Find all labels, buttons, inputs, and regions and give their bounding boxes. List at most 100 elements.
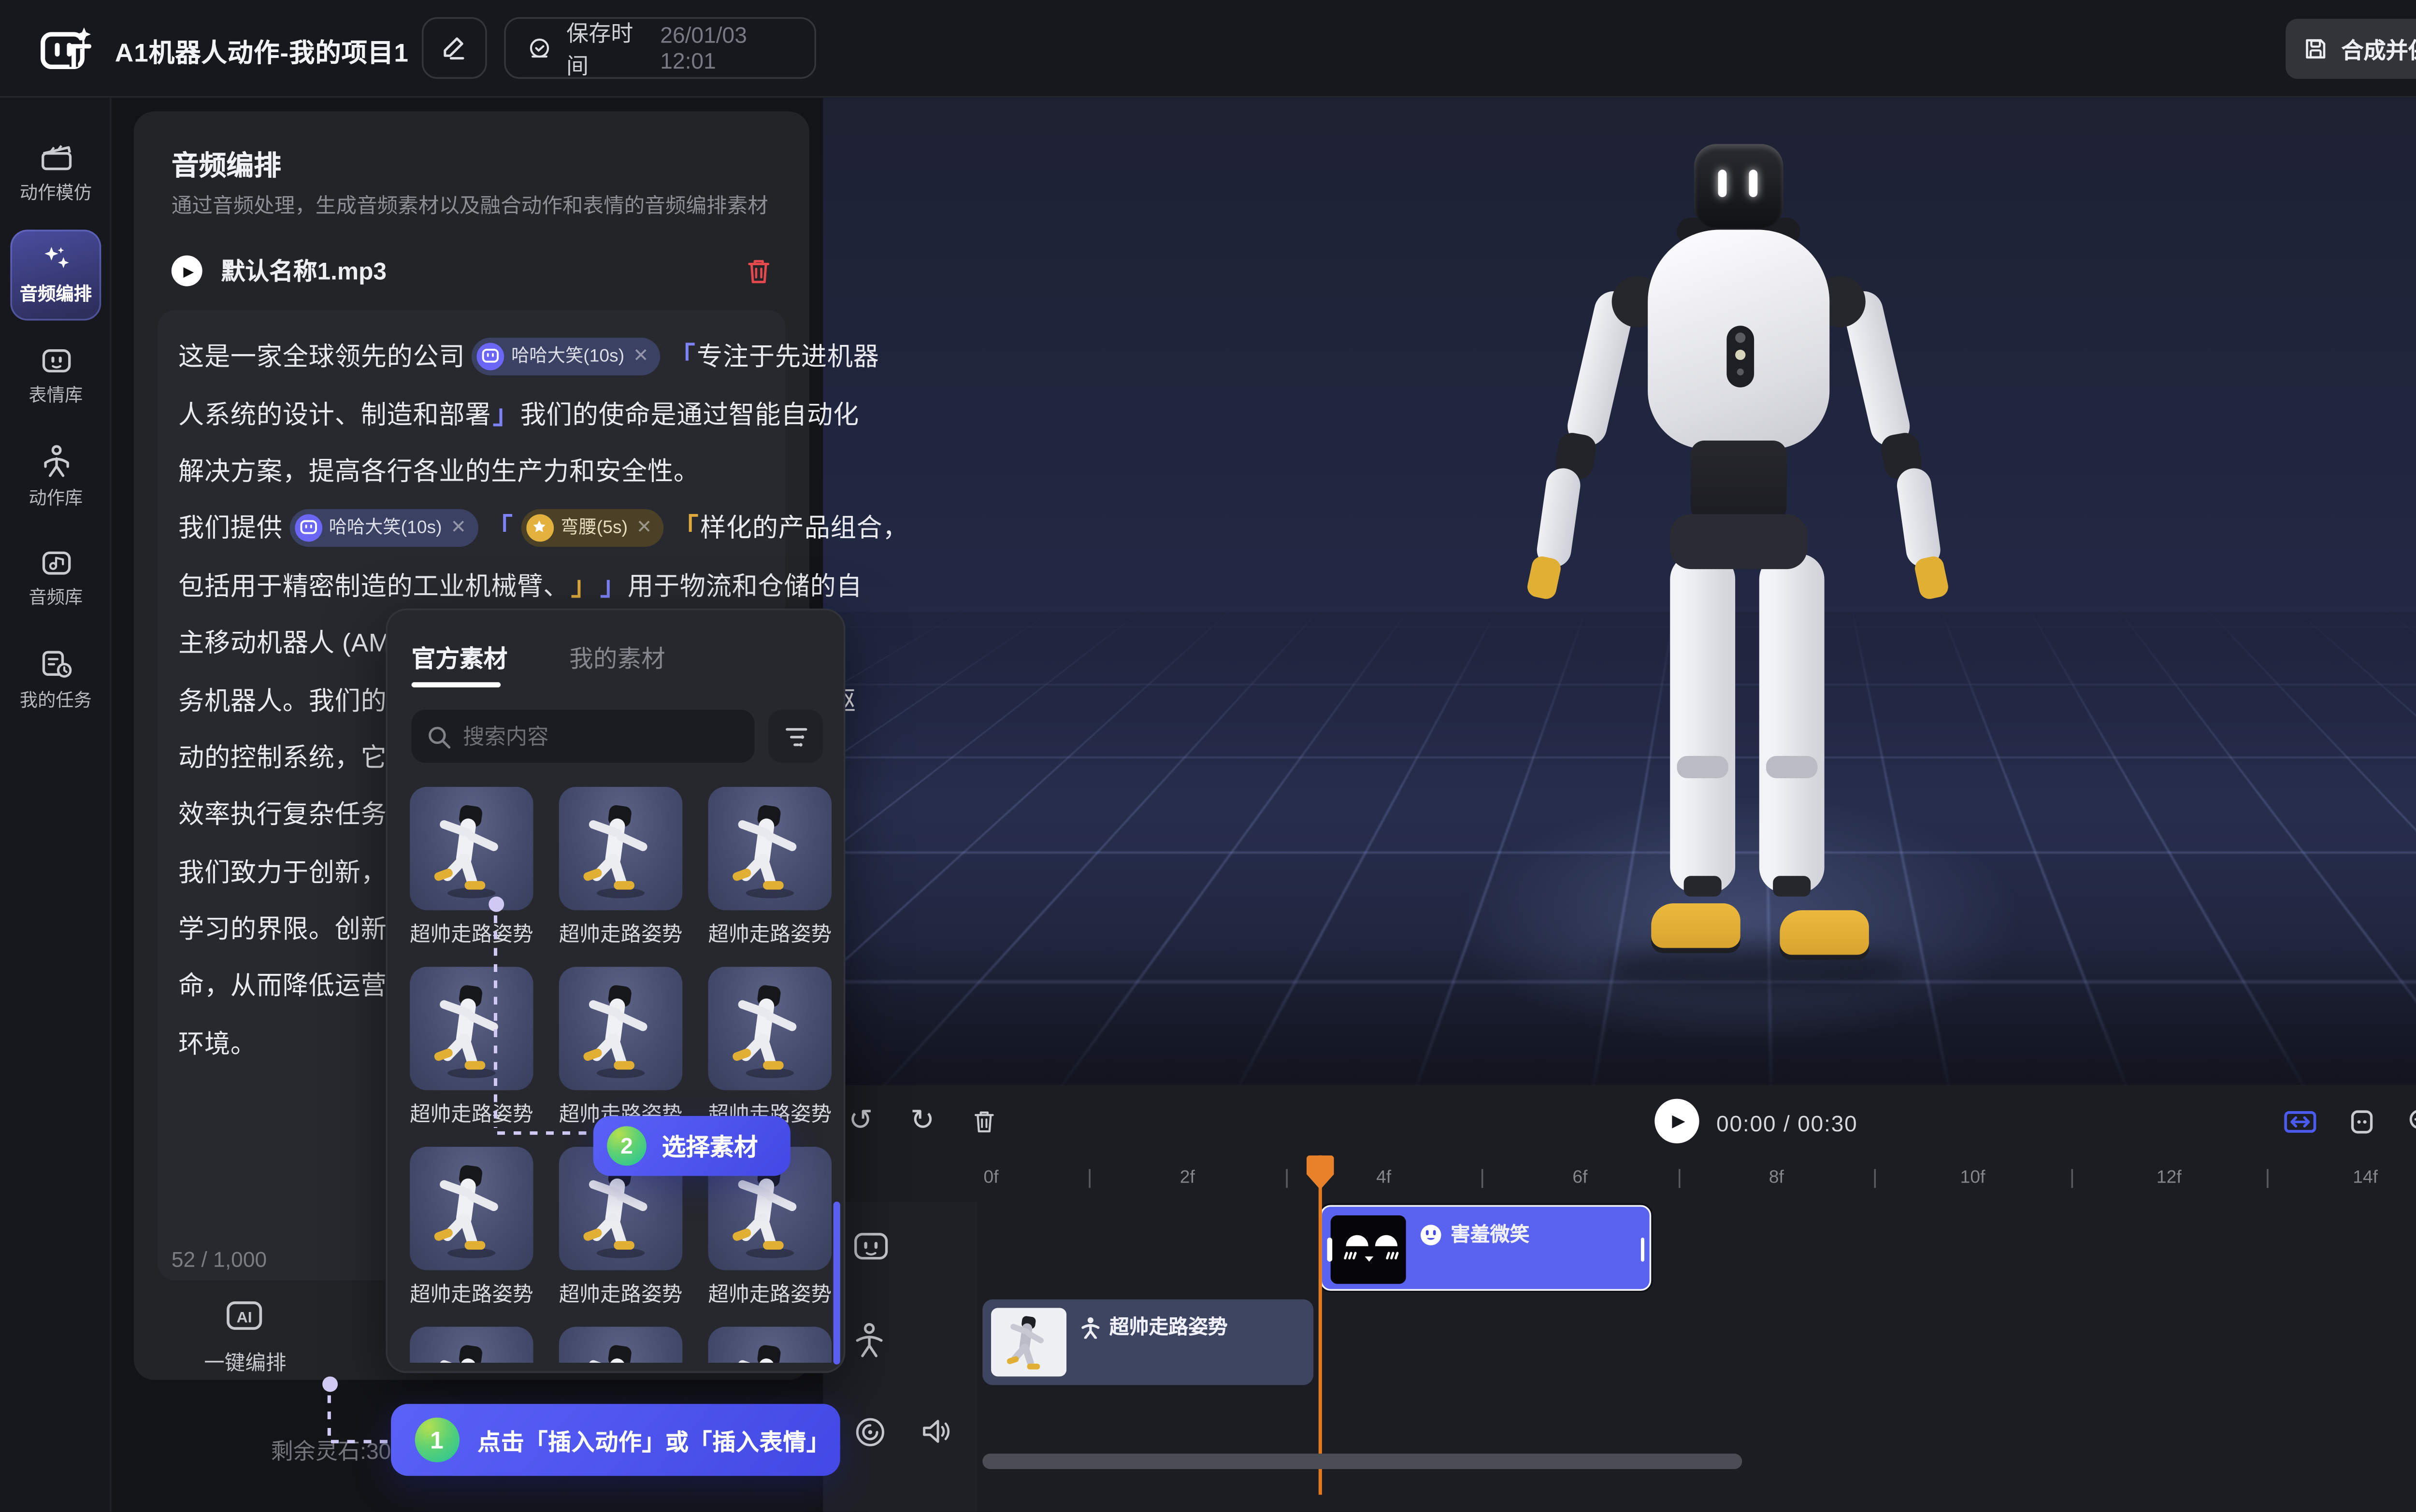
sidebar-item-2[interactable]: 音频编排 xyxy=(10,229,101,320)
action-track-icon[interactable] xyxy=(852,1322,890,1359)
ruler-tick xyxy=(1678,1169,1680,1188)
action-clip[interactable]: 超帅走路姿势 xyxy=(982,1299,1313,1385)
audio-file-name: 默认名称1.mp3 xyxy=(221,254,727,288)
delete-audio-icon[interactable] xyxy=(746,257,772,285)
ruler-label: 2f xyxy=(1180,1168,1195,1188)
action-clip-thumbnail xyxy=(991,1308,1066,1377)
connector-line-2-v xyxy=(494,915,497,1128)
transcript-text: 人系统的设计、制造和部署 xyxy=(178,395,491,431)
material-search-box[interactable] xyxy=(412,710,755,763)
tag-label: 哈哈大笑(10s) xyxy=(511,343,624,369)
connector-line-1-h xyxy=(331,1440,393,1443)
connector-line-2-h xyxy=(497,1131,593,1135)
audio-play-button[interactable]: ▶ xyxy=(172,256,202,286)
project-title: A1机器人动作-我的项目1 xyxy=(115,34,409,71)
material-thumbnail xyxy=(410,1147,533,1270)
material-thumbnail xyxy=(708,967,832,1090)
expression-track-icon[interactable] xyxy=(852,1229,890,1267)
sidebar-item-1[interactable]: 动作模仿 xyxy=(10,128,101,219)
redo-button[interactable]: ↻ xyxy=(902,1100,943,1141)
sidebar-item-label: 表情库 xyxy=(29,382,83,408)
material-label: 超帅走路姿势 xyxy=(410,1279,533,1308)
robot-face-icon xyxy=(39,344,73,375)
delete-clip-button[interactable] xyxy=(964,1100,1005,1141)
material-scrollbar[interactable] xyxy=(834,1201,839,1364)
bracket-mark: 「 xyxy=(669,338,695,374)
material-item[interactable]: 超帅走路姿势 xyxy=(559,1327,682,1363)
material-item[interactable]: 超帅走路姿势 xyxy=(559,787,682,948)
expression-tag[interactable]: 哈哈大笑(10s) ✕ xyxy=(472,337,661,375)
material-item[interactable]: 超帅走路姿势 xyxy=(410,1327,533,1363)
material-thumbnail xyxy=(708,1327,832,1363)
undo-button[interactable]: ↺ xyxy=(840,1100,881,1141)
material-thumbnail xyxy=(410,967,533,1090)
ruler-label: 10f xyxy=(1960,1168,1985,1188)
app-root: A1机器人动作-我的项目1 保存时间 26/01/03 12:01 合成并保存 xyxy=(0,0,2416,1512)
tab-my-materials[interactable]: 我的素材 xyxy=(569,641,665,675)
material-item[interactable]: 超帅走路姿势 xyxy=(410,1147,533,1308)
material-label: 超帅走路姿势... xyxy=(410,919,533,948)
transcript-text: 动的控制系统，它使 xyxy=(178,739,413,775)
audio-file-row: ▶ 默认名称1.mp3 xyxy=(172,249,772,293)
save-time-label: 保存时间 xyxy=(566,15,647,81)
material-item[interactable]: 超帅走路姿势 xyxy=(708,967,832,1128)
robot-model[interactable] xyxy=(823,98,2416,1085)
tutorial-step-1: 1 点击「插入动作」或「插入表情」 xyxy=(391,1404,840,1476)
sidebar-item-4[interactable]: 动作库 xyxy=(10,432,101,523)
viewport-3d[interactable]: Z X Y xyxy=(823,98,2416,1085)
transcript-text: 效率执行复杂任务。 xyxy=(178,796,413,832)
connector-dot-1 xyxy=(322,1376,338,1392)
svg-text:AI: AI xyxy=(237,1309,253,1326)
action-tag[interactable]: 弯腰(5s)✕ xyxy=(521,509,664,546)
tag-face-icon xyxy=(477,342,504,370)
timeline-panel: ↺ ↻ ▶ 00:00 / 00:30 0f2f4f6f8f10f xyxy=(823,1085,2416,1512)
tag-face-icon xyxy=(295,514,322,542)
material-search-input[interactable] xyxy=(463,724,720,748)
material-item[interactable]: 超帅走路姿势 xyxy=(559,967,682,1128)
one-click-arrange-button[interactable]: AI 一键编排 xyxy=(204,1294,286,1376)
material-item[interactable]: 超帅走路姿势 xyxy=(708,1327,832,1363)
expression-tag[interactable]: 哈哈大笑(10s) ✕ xyxy=(289,509,478,546)
clip-right-handle[interactable] xyxy=(1640,1238,1644,1262)
topbar: A1机器人动作-我的项目1 保存时间 26/01/03 12:01 合成并保存 xyxy=(0,0,2416,98)
track-view-toggle[interactable] xyxy=(2341,1100,2382,1141)
saved-stamp-icon xyxy=(526,33,552,62)
tag-remove-icon[interactable]: ✕ xyxy=(633,345,649,367)
tab-official-materials[interactable]: 官方素材 xyxy=(412,641,508,675)
material-thumbnail xyxy=(708,787,832,910)
tag-remove-icon[interactable]: ✕ xyxy=(636,516,652,539)
material-filter-button[interactable] xyxy=(768,710,823,763)
pencil-icon xyxy=(441,34,468,62)
connector-line-1-v xyxy=(328,1395,331,1443)
material-item[interactable]: 超帅走路姿势... xyxy=(410,787,533,948)
bracket-mark: 」 xyxy=(571,567,597,603)
sidebar-item-3[interactable]: 表情库 xyxy=(10,331,101,422)
auto-fit-toggle[interactable] xyxy=(2279,1100,2320,1141)
tag-label: 哈哈大笑(10s) xyxy=(329,515,442,541)
sidebar-item-5[interactable]: 音频库 xyxy=(10,533,101,624)
play-button[interactable]: ▶ xyxy=(1654,1099,1699,1143)
sidebar-item-6[interactable]: 我的任务 xyxy=(10,634,101,725)
search-icon xyxy=(427,724,451,748)
timeline-horizontal-scrollbar[interactable] xyxy=(982,1454,1742,1469)
tag-star-icon xyxy=(526,514,554,542)
synthesize-save-button[interactable]: 合成并保存 xyxy=(2286,19,2416,79)
smiley-icon xyxy=(1420,1223,1442,1245)
playhead[interactable] xyxy=(1319,1155,1322,1495)
transcript-text: 专注于先进机器 xyxy=(697,338,879,374)
expression-clip[interactable]: 害羞微笑 xyxy=(1320,1205,1651,1291)
tag-remove-icon[interactable]: ✕ xyxy=(450,516,466,539)
speaker-icon[interactable] xyxy=(919,1414,957,1452)
zoom-out-button[interactable] xyxy=(2401,1100,2416,1141)
rename-project-button[interactable] xyxy=(422,17,487,79)
sidebar: 动作模仿音频编排表情库动作库音频库我的任务 xyxy=(0,98,112,1512)
ruler-label: 14f xyxy=(2353,1168,2378,1188)
step-2-badge: 2 xyxy=(607,1126,647,1166)
ruler-tick xyxy=(2071,1169,2073,1188)
material-item[interactable]: 超帅走路姿势 xyxy=(410,967,533,1128)
music-box-icon xyxy=(39,547,73,578)
clip-left-handle[interactable] xyxy=(1327,1238,1332,1262)
voice-track-icon[interactable] xyxy=(852,1414,890,1452)
material-item[interactable]: 超帅走路姿势 xyxy=(708,787,832,948)
material-thumbnail xyxy=(410,1327,533,1363)
